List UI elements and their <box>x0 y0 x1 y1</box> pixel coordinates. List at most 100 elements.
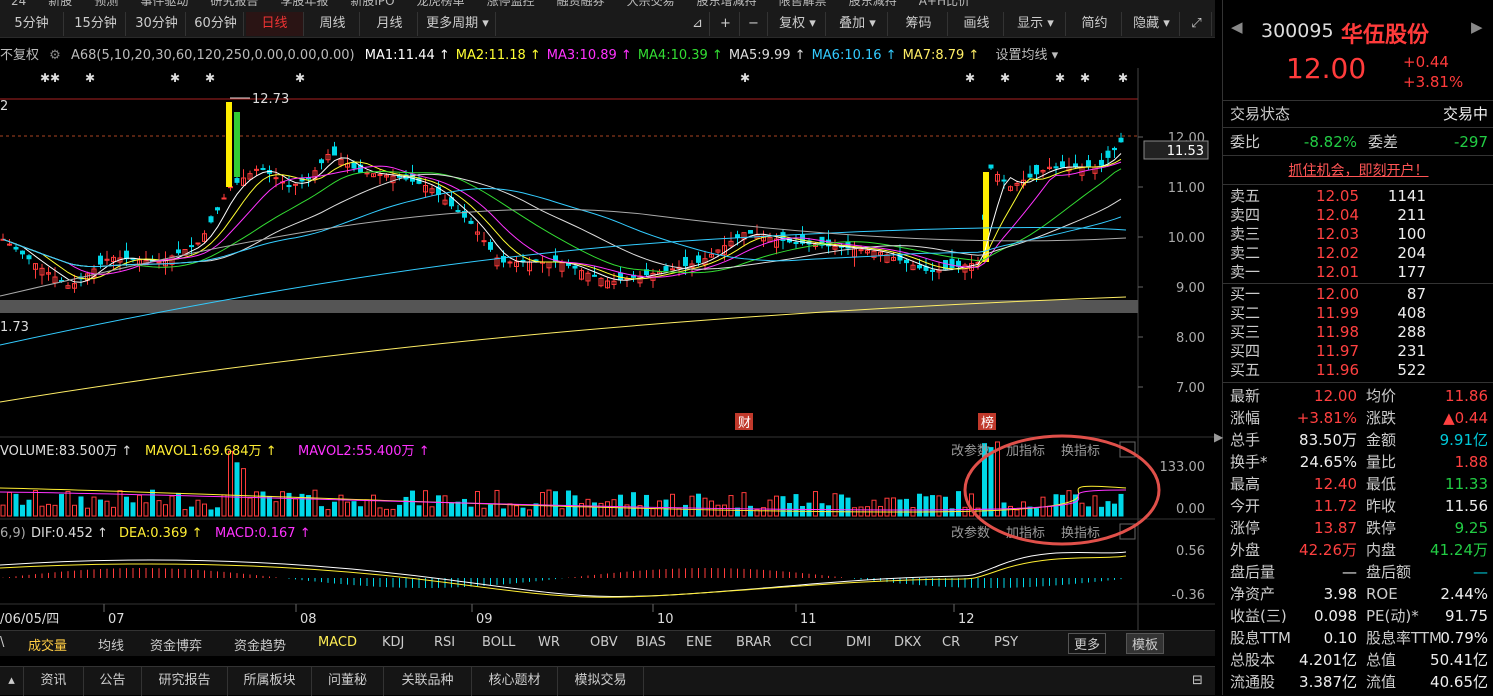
volume-bar <box>546 489 552 517</box>
vol-param-button[interactable]: 加指标 <box>1006 444 1045 459</box>
top-menu-item[interactable]: 大宗交易 <box>627 0 675 6</box>
indicator-tab[interactable]: CCI <box>790 635 812 650</box>
vol-param-button[interactable]: 换指标 <box>1061 444 1100 459</box>
volume-bar <box>325 509 331 517</box>
draw-tool-icon[interactable]: ⊿ <box>686 12 710 36</box>
top-menu-item[interactable]: 事件驱动 <box>140 0 188 6</box>
top-menu-item[interactable]: 预测 <box>94 0 118 6</box>
date-first: /06/05/四 <box>0 612 59 627</box>
bottom-tab[interactable]: 公告 <box>84 667 142 696</box>
chips-button[interactable]: 筹码 <box>890 12 948 36</box>
indicator-tab[interactable]: ENE <box>686 635 712 650</box>
ask-row[interactable]: 卖四 12.04 211 <box>1223 206 1493 225</box>
bid-row[interactable]: 买三 11.98 288 <box>1223 323 1493 342</box>
zoom-in-button[interactable]: + <box>712 12 740 36</box>
fullscreen-icon[interactable]: ⤢ <box>1182 12 1212 36</box>
indicator-tab[interactable]: WR <box>538 635 560 650</box>
indicator-tab[interactable]: 成交量 <box>28 635 67 654</box>
period-tab[interactable]: 5分钟 <box>0 12 64 36</box>
period-tab[interactable]: 日线 <box>246 12 304 36</box>
next-stock-icon[interactable]: ▶ <box>1471 18 1483 36</box>
candle-body <box>1112 147 1117 151</box>
display-button[interactable]: 显示 ▾ <box>1006 12 1066 36</box>
indicator-tab[interactable]: BIAS <box>636 635 666 650</box>
indicator-tab[interactable]: OBV <box>590 635 618 650</box>
hide-button[interactable]: 隐藏 ▾ <box>1124 12 1180 36</box>
ask-row[interactable]: 卖二 12.02 204 <box>1223 244 1493 263</box>
indicator-tab[interactable]: BOLL <box>482 635 515 650</box>
indicator-tab[interactable]: BRAR <box>736 635 771 650</box>
period-tab[interactable]: 15分钟 <box>66 12 126 36</box>
top-menu-item[interactable]: 李股年报 <box>280 0 328 6</box>
indicator-tab[interactable]: 资金博弈 <box>150 635 202 654</box>
indicator-tab[interactable]: PSY <box>994 635 1018 650</box>
kline-chart[interactable]: 12.0011.0010.009.008.007.0011.5321.7312.… <box>0 68 1215 630</box>
expand-icon[interactable]: ⊟ <box>1180 667 1215 696</box>
bottom-tab[interactable]: 所属板块 <box>228 667 312 696</box>
top-menu-item[interactable]: 新股IPO <box>350 0 394 6</box>
top-menu-item[interactable]: 研究报告 <box>210 0 258 6</box>
top-menu-item[interactable]: 股东减持 <box>849 0 897 6</box>
bottom-tab[interactable]: 资讯 <box>24 667 84 696</box>
bottom-tab[interactable]: 关联品种 <box>384 667 472 696</box>
indicator-tab[interactable]: RSI <box>434 635 455 650</box>
gear-icon[interactable]: ⚙ <box>49 48 61 63</box>
bid-row[interactable]: 买五 11.96 522 <box>1223 361 1493 380</box>
volume-bar <box>1034 508 1039 517</box>
period-tab[interactable]: 更多周期 ▾ <box>420 12 496 36</box>
bid-row[interactable]: 买一 12.00 87 <box>1223 285 1493 304</box>
period-tab[interactable]: 月线 <box>362 12 418 36</box>
period-tab[interactable]: 60分钟 <box>188 12 244 36</box>
indicator-tab[interactable]: DMI <box>846 635 871 650</box>
volume-bar <box>741 492 747 517</box>
top-menu-item[interactable]: 龙虎榜单 <box>417 0 465 6</box>
collapse-icon[interactable]: ▴ <box>0 667 24 696</box>
open-account-link[interactable]: 抓住机会，即刻开户！ <box>1223 160 1493 180</box>
top-menu-item[interactable]: 新股 <box>48 0 72 6</box>
candle-body <box>572 265 578 269</box>
indicator-tab[interactable]: \ <box>0 635 4 650</box>
zoom-out-button[interactable]: − <box>740 12 768 36</box>
bottom-tab[interactable]: 问董秘 <box>312 667 384 696</box>
top-menu-item[interactable]: 限售解禁 <box>779 0 827 6</box>
prev-stock-icon[interactable]: ◀ <box>1231 18 1243 36</box>
simple-button[interactable]: 简约 <box>1068 12 1122 36</box>
macd-param-button[interactable]: 改参数 <box>951 525 990 541</box>
ma-settings-button[interactable]: 设置均线 ▾ <box>995 48 1058 63</box>
bid-row[interactable]: 买四 11.97 231 <box>1223 342 1493 361</box>
date-month: 08 <box>300 612 317 627</box>
period-tab[interactable]: 周线 <box>306 12 360 36</box>
volume-bar <box>1099 506 1104 517</box>
top-menu-item[interactable]: 涨停监控 <box>487 0 535 6</box>
indicator-tab[interactable]: 均线 <box>98 635 124 654</box>
stat-row: 收益(三) 0.098 PE(动)* 91.75 <box>1223 605 1493 627</box>
level-price: 12.05 <box>1316 187 1359 205</box>
macd-param-button[interactable]: 换指标 <box>1061 526 1100 541</box>
adjust-button[interactable]: 复权 ▾ <box>770 12 826 36</box>
indicator-tab[interactable]: KDJ <box>382 635 404 650</box>
bottom-tab[interactable]: 核心题材 <box>472 667 558 696</box>
ask-row[interactable]: 卖五 12.05 1141 <box>1223 187 1493 206</box>
top-menu-item[interactable]: 24 <box>11 0 26 6</box>
indicator-tab[interactable]: 模板 <box>1126 633 1165 654</box>
candle-body <box>208 216 214 223</box>
top-menu-item[interactable]: 融资融券 <box>557 0 605 6</box>
top-menu-item[interactable]: 股东增减持 <box>697 0 757 6</box>
indicator-tab[interactable]: CR <box>942 635 960 650</box>
ask-row[interactable]: 卖一 12.01 177 <box>1223 263 1493 282</box>
top-menu-item[interactable]: A+H比价 <box>919 0 970 6</box>
bid-row[interactable]: 买二 11.99 408 <box>1223 304 1493 323</box>
stat-value: 11.86 <box>1445 387 1488 405</box>
indicator-tab[interactable]: MACD <box>318 635 357 650</box>
indicator-tab[interactable]: 资金趋势 <box>234 635 286 654</box>
bottom-tab[interactable]: 研究报告 <box>142 667 228 696</box>
bottom-tab[interactable]: 模拟交易 <box>558 667 644 696</box>
period-tab[interactable]: 30分钟 <box>128 12 186 36</box>
stat-label: 流通股 <box>1230 673 1276 691</box>
indicator-tab[interactable]: DKX <box>894 635 921 650</box>
overlay-button[interactable]: 叠加 ▾ <box>828 12 888 36</box>
indicator-tab[interactable]: 更多 <box>1068 633 1107 654</box>
ask-row[interactable]: 卖三 12.03 100 <box>1223 225 1493 244</box>
collapse-panel-icon[interactable]: ▶ <box>1214 430 1223 444</box>
draw-line-button[interactable]: 画线 <box>950 12 1004 36</box>
